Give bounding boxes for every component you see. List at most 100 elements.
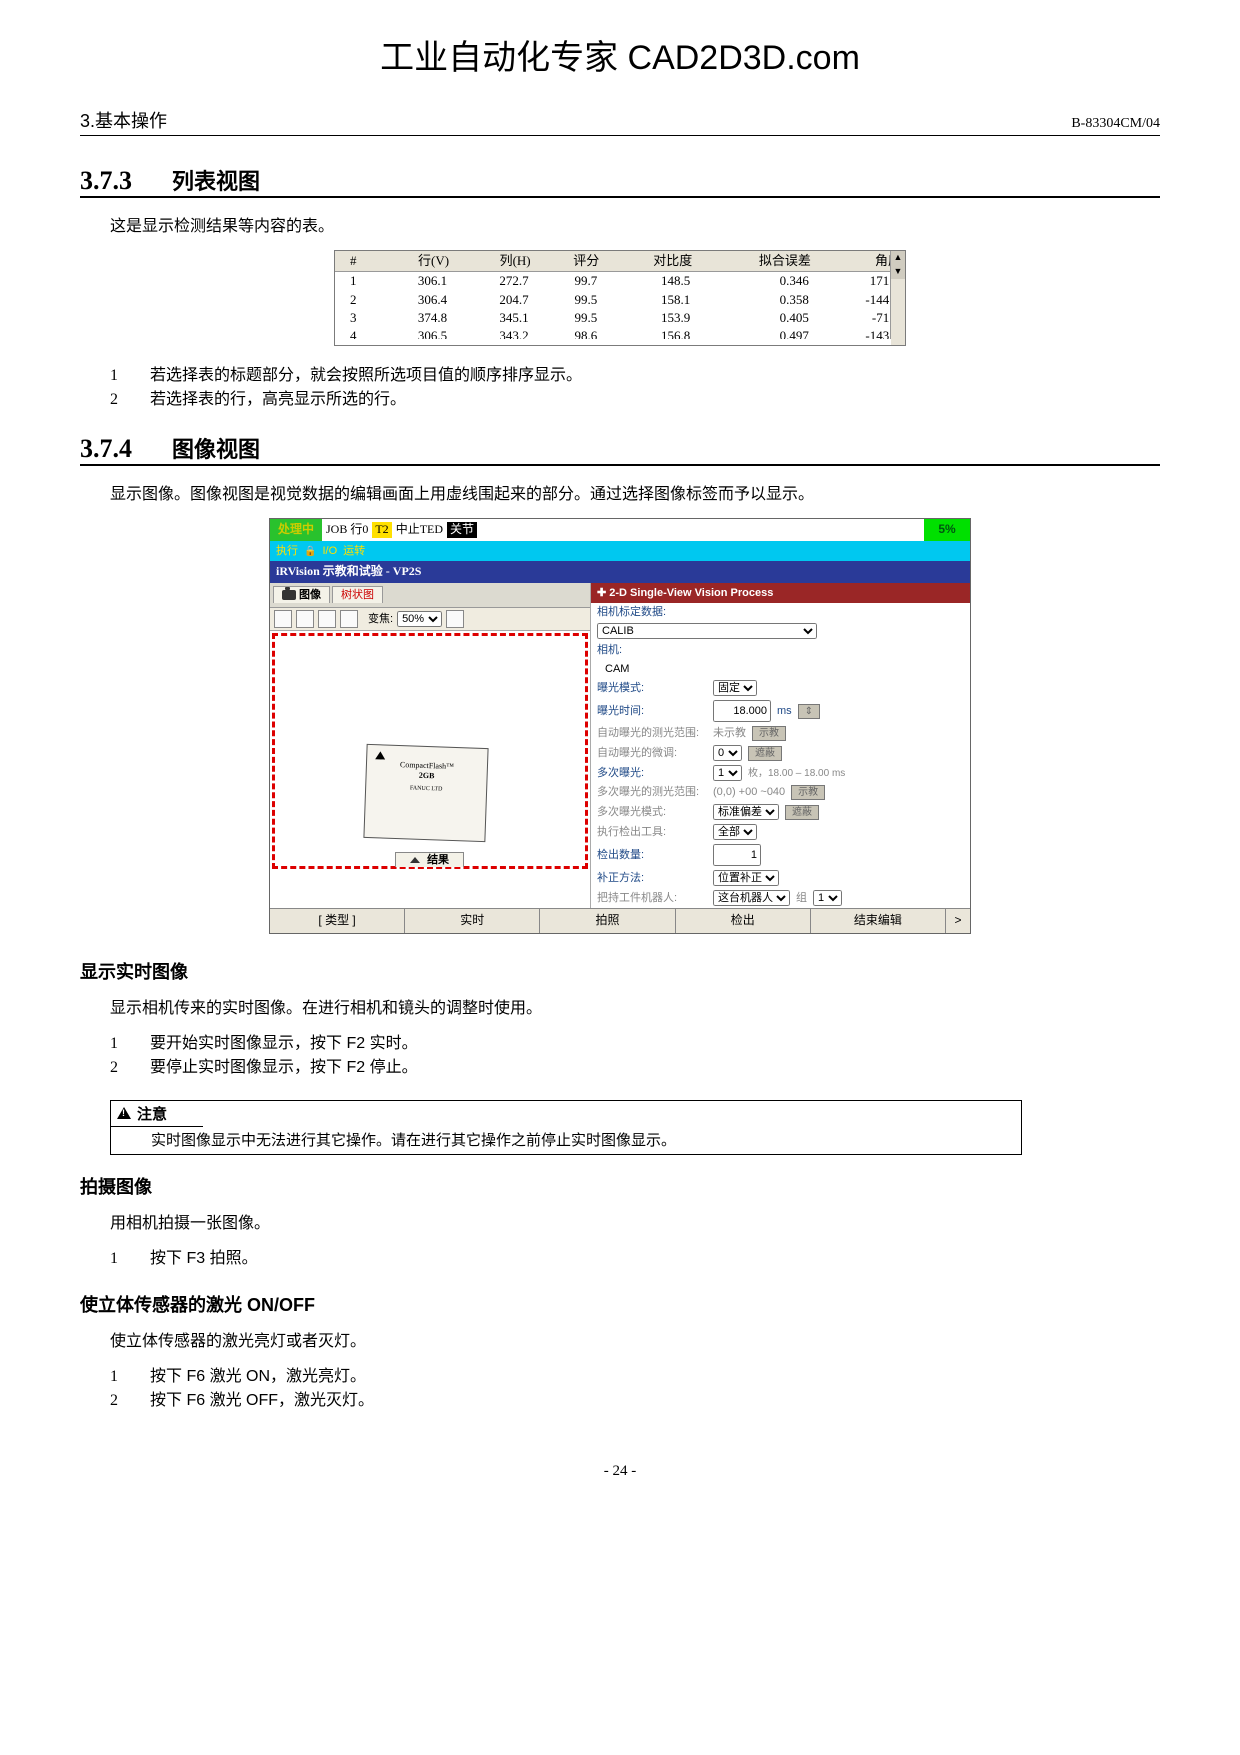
auto-range-value: 未示教 (713, 726, 746, 740)
multi-range-value: (0,0) +00 ~040 (713, 785, 785, 799)
table-header[interactable]: 对比度 (603, 251, 696, 272)
tab-image[interactable]: 图像 (273, 586, 330, 603)
cf-line3: FANUC LTD (366, 784, 486, 796)
exp-mode-select[interactable]: 固定 (713, 680, 757, 696)
result-table: #行(V)列(H)评分对比度拟合误差角度 1306.1272.799.7148.… (334, 250, 906, 346)
camera-label: 相机: (597, 643, 707, 657)
hold-select[interactable]: 这台机器人 (713, 890, 790, 906)
warning-icon (117, 1107, 131, 1119)
table-header[interactable]: 拟合误差 (696, 251, 815, 272)
table-scrollbar[interactable]: ▲ ▼ (890, 251, 905, 345)
section-373-heading: 3.7.3 列表视图 (80, 164, 1160, 198)
laser-heading: 使立体传感器的激光 ON/OFF (80, 1291, 1160, 1317)
footer-button[interactable]: [ 类型 ] (270, 909, 405, 933)
caution-title: 注意 (137, 1103, 167, 1124)
section-title: 图像视图 (172, 432, 260, 464)
hold-group-select[interactable]: 1 (813, 890, 842, 906)
count-input[interactable] (713, 844, 761, 866)
capture-steps: 1按下 F3 拍照。 (110, 1247, 1160, 1271)
page-header: 3.基本操作 B-83304CM/04 (80, 107, 1160, 136)
footer-button[interactable]: > (946, 909, 970, 933)
joint-badge: 关节 (447, 522, 477, 538)
status-bar-1: 处理中 JOB 行0 T2 中止TED 关节 5% (270, 519, 970, 541)
table-header[interactable]: 行(V) (372, 251, 454, 272)
section-373-intro: 这是显示检测结果等内容的表。 (110, 212, 1160, 236)
calib-select[interactable]: CALIB (597, 623, 817, 639)
exp-mode-label: 曝光模式: (597, 681, 707, 695)
comp-select[interactable]: 位置补正 (713, 870, 779, 886)
table-header[interactable]: 列(H) (453, 251, 535, 272)
exp-time-unit: ms (777, 704, 792, 718)
multi-exp-label: 多次曝光: (597, 766, 707, 780)
cf-line2: 2GB (419, 771, 435, 781)
status-yun: 运转 (343, 544, 365, 558)
multi-mode-select[interactable]: 标准偏差 (713, 804, 779, 820)
multi-range-label: 多次曝光的测光范围: (597, 785, 707, 799)
section-num: 3.7.4 (80, 434, 132, 464)
stop-text: 中止TED (396, 522, 443, 538)
compactflash-card: CompactFlash™ 2GB FANUC LTD (363, 744, 488, 842)
tool-icon-4[interactable] (340, 610, 358, 628)
stepper-icon[interactable]: ⇕ (798, 704, 820, 719)
scroll-up-icon[interactable]: ▲ (891, 251, 905, 265)
triangle-icon (375, 751, 385, 759)
table-row[interactable]: 3374.8345.199.5153.90.405-71.8 (335, 309, 905, 327)
count-label: 检出数量: (597, 848, 707, 862)
capture-intro: 用相机拍摄一张图像。 (110, 1209, 1160, 1233)
exp-time-label: 曝光时间: (597, 704, 707, 718)
footer-button[interactable]: 检出 (676, 909, 811, 933)
tab-tree[interactable]: 树状图 (332, 586, 383, 603)
tool-icon-1[interactable] (274, 610, 292, 628)
tool-icon-3[interactable] (318, 610, 336, 628)
table-header[interactable]: # (335, 251, 372, 272)
calib-label: 相机标定数据: (597, 605, 707, 619)
caution-box: 注意 实时图像显示中无法进行其它操作。请在进行其它操作之前停止实时图像显示。 (110, 1100, 1022, 1155)
tab-image-label: 图像 (299, 588, 321, 602)
caution-body: 实时图像显示中无法进行其它操作。请在进行其它操作之前停止实时图像显示。 (111, 1127, 1021, 1154)
image-canvas: CompactFlash™ 2GB FANUC LTD 结果 (272, 633, 588, 869)
run-tool-label: 执行检出工具: (597, 825, 707, 839)
zoom-select[interactable]: 50% (397, 611, 442, 627)
laser-intro: 使立体传感器的激光亮灯或者灭灯。 (110, 1327, 1160, 1351)
realtime-steps: 1要开始实时图像显示，按下 F2 实时。 2要停止实时图像显示，按下 F2 停止… (110, 1032, 1160, 1080)
zoom-label: 变焦: (368, 612, 393, 626)
table-header[interactable]: 评分 (535, 251, 604, 272)
section-374-heading: 3.7.4 图像视图 (80, 432, 1160, 466)
realtime-intro: 显示相机传来的实时图像。在进行相机和镜头的调整时使用。 (110, 994, 1160, 1018)
status-bar-2: 执行 🔒 I/O 运转 (270, 541, 970, 561)
auto-fine-select[interactable]: 0 (713, 745, 742, 761)
tool-icon-5[interactable] (446, 610, 464, 628)
multi-exp-select[interactable]: 1 (713, 765, 742, 781)
note-1: 若选择表的标题部分，就会按照所选项目值的顺序排序显示。 (150, 364, 582, 388)
footer-button[interactable]: 拍照 (540, 909, 675, 933)
footer-button[interactable]: 结束编辑 (811, 909, 946, 933)
header-left: 3.基本操作 (80, 107, 167, 133)
run-tool-select[interactable]: 全部 (713, 824, 757, 840)
right-panel-header: ✚ 2-D Single-View Vision Process (591, 583, 970, 603)
result-tab[interactable]: 结果 (395, 852, 464, 867)
multi-mode-mask-button[interactable]: 遮蔽 (785, 805, 819, 820)
section-373-notes: 1若选择表的标题部分，就会按照所选项目值的顺序排序显示。 2若选择表的行，高亮显… (110, 364, 1160, 412)
tool-icon-2[interactable] (296, 610, 314, 628)
multi-range-teach-button[interactable]: 示教 (791, 785, 825, 800)
realtime-heading: 显示实时图像 (80, 958, 1160, 984)
auto-range-label: 自动曝光的测光范围: (597, 726, 707, 740)
multi-mode-label: 多次曝光模式: (597, 805, 707, 819)
auto-range-teach-button[interactable]: 示教 (752, 726, 786, 741)
laser-step-2: 按下 F6 激光 OFF，激光灭灯。 (150, 1389, 374, 1413)
window-title: iRVision 示教和试验 - VP2S (270, 561, 970, 583)
exp-time-input[interactable] (713, 700, 771, 722)
section-374-intro: 显示图像。图像视图是视觉数据的编辑画面上用虚线围起来的部分。通过选择图像标签而予… (110, 480, 1160, 504)
capture-heading: 拍摄图像 (80, 1173, 1160, 1199)
laser-steps: 1按下 F6 激光 ON，激光亮灯。 2按下 F6 激光 OFF，激光灭灯。 (110, 1365, 1160, 1413)
table-row[interactable]: 1306.1272.799.7148.50.346171.5 (335, 272, 905, 291)
multi-exp-note: 枚，18.00 – 18.00 ms (748, 767, 845, 780)
table-row[interactable]: 2306.4204.799.5158.10.358-144.2 (335, 291, 905, 309)
scroll-down-icon[interactable]: ▼ (891, 265, 905, 279)
result-tab-label: 结果 (427, 854, 449, 866)
header-right: B-83304CM/04 (1071, 116, 1160, 132)
footer-button[interactable]: 实时 (405, 909, 540, 933)
camera-icon (282, 590, 296, 600)
auto-fine-mask-button[interactable]: 遮蔽 (748, 746, 782, 761)
image-view-footer: [ 类型 ]实时拍照检出结束编辑> (270, 908, 970, 933)
